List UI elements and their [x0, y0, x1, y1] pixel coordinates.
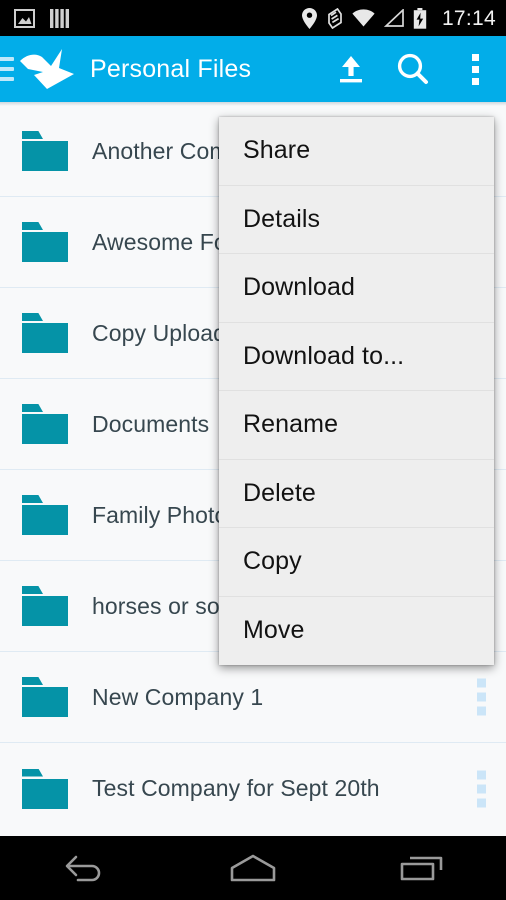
folder-body [22, 778, 68, 809]
kebab-dot [477, 784, 486, 793]
search-icon [397, 53, 428, 84]
kebab-dot [477, 770, 486, 779]
app-bar-actions [320, 36, 506, 102]
table-row[interactable]: New Company 1 [0, 652, 506, 743]
folder-icon [22, 768, 68, 809]
folder-tab [22, 313, 43, 321]
file-name: Family Photos [92, 501, 240, 528]
status-bar-left-icons [14, 8, 69, 28]
kebab-icon [471, 53, 479, 85]
status-bar-right-icons: 17:14 [301, 6, 496, 30]
folder-icon [22, 313, 68, 353]
kebab-dot [477, 798, 486, 807]
context-menu[interactable]: Share Details Download Download to... Re… [219, 117, 494, 665]
back-arrow-icon [66, 855, 101, 882]
folder-tab [22, 131, 43, 139]
bars-icon [50, 8, 69, 28]
folder-icon [22, 586, 68, 626]
folder-tab [22, 495, 43, 503]
battery-charging-icon [413, 7, 427, 29]
nfc-icon [328, 7, 342, 29]
menu-item-details[interactable]: Details [219, 186, 494, 254]
menu-item-move[interactable]: Move [219, 597, 494, 666]
folder-body [22, 687, 68, 717]
overflow-button[interactable] [444, 36, 506, 102]
row-overflow-button[interactable] [477, 770, 486, 807]
upload-button[interactable] [320, 36, 382, 102]
folder-icon [22, 677, 68, 717]
folder-body [22, 141, 68, 171]
kebab-dot [477, 692, 486, 702]
hamburger-line [0, 57, 14, 61]
file-name: Test Company for Sept 20th [92, 775, 380, 801]
image-icon [14, 8, 35, 28]
kebab-dot [477, 706, 486, 716]
recents-icon [400, 856, 442, 881]
navigation-bar [0, 836, 506, 900]
folder-tab [22, 677, 43, 685]
file-name: Documents [92, 410, 210, 437]
menu-item-delete[interactable]: Delete [219, 460, 494, 528]
status-bar: 17:14 [0, 0, 506, 36]
back-button[interactable] [29, 836, 139, 900]
location-icon [301, 7, 317, 29]
home-icon [230, 854, 276, 882]
kebab-dot [471, 65, 479, 73]
kebab-dot [471, 53, 479, 61]
folder-tab [22, 404, 43, 412]
wifi-icon [352, 9, 375, 27]
folder-body [22, 596, 68, 626]
file-name: New Company 1 [92, 683, 264, 710]
folder-tab [22, 586, 43, 594]
hamburger-line [0, 77, 14, 81]
folder-icon [22, 495, 68, 535]
signal-icon [383, 9, 404, 27]
status-bar-clock: 17:14 [441, 6, 496, 30]
hamburger-icon[interactable] [0, 57, 14, 81]
folder-body [22, 414, 68, 444]
recents-button[interactable] [367, 836, 477, 900]
page-title: Personal Files [90, 54, 252, 83]
menu-item-download-to[interactable]: Download to... [219, 323, 494, 391]
folder-icon [22, 131, 68, 171]
file-name: Copy Uploads [92, 319, 238, 346]
paper-crane-logo [20, 49, 74, 89]
search-button[interactable] [382, 36, 444, 102]
folder-tab [22, 222, 43, 230]
folder-tab [22, 768, 43, 777]
folder-body [22, 232, 68, 262]
menu-item-download[interactable]: Download [219, 254, 494, 323]
home-button[interactable] [198, 836, 308, 900]
upload-icon [340, 56, 362, 83]
folder-body [22, 323, 68, 353]
folder-icon [22, 222, 68, 262]
menu-item-rename[interactable]: Rename [219, 391, 494, 460]
row-overflow-button[interactable] [477, 678, 486, 716]
folder-body [22, 505, 68, 535]
menu-item-share[interactable]: Share [219, 117, 494, 186]
table-row[interactable]: Test Company for Sept 20th [0, 743, 506, 834]
kebab-dot [471, 77, 479, 85]
app-bar: Personal Files [0, 36, 506, 102]
menu-item-copy[interactable]: Copy [219, 528, 494, 597]
kebab-dot [477, 678, 486, 688]
hamburger-line [0, 67, 14, 71]
folder-icon [22, 404, 68, 444]
